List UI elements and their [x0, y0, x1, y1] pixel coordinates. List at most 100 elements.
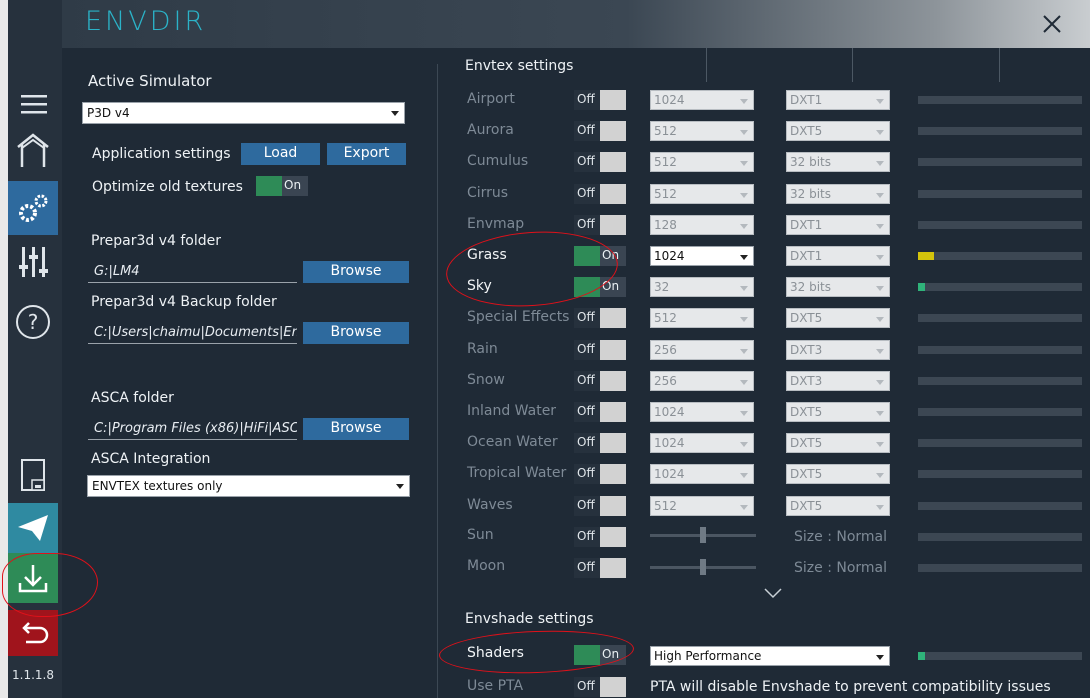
annotation-circle	[2, 553, 98, 617]
texture-row-toggle[interactable]: Off	[574, 152, 626, 172]
send-icon[interactable]	[8, 503, 58, 553]
texture-row-toggle[interactable]: Off	[574, 402, 626, 422]
texture-resolution-select[interactable]: 512	[650, 184, 754, 204]
p3d-folder-input[interactable]: G:|LM4	[88, 261, 297, 283]
undo-icon[interactable]	[8, 610, 58, 656]
chevron-down-icon	[740, 99, 748, 104]
load-button[interactable]: Load	[241, 143, 320, 165]
texture-resolution-select[interactable]: 1024	[650, 402, 754, 422]
texture-resolution-select[interactable]: 512	[650, 152, 754, 172]
texture-row-toggle[interactable]: Off	[574, 215, 626, 235]
texture-row-label: Airport	[467, 91, 515, 107]
texture-format-value: DXT3	[790, 343, 823, 357]
texture-row-toggle[interactable]: Off	[574, 90, 626, 110]
texture-format-select[interactable]: DXT1	[786, 90, 890, 110]
toggle-knob	[600, 371, 626, 391]
p3d-backup-browse-button[interactable]: Browse	[303, 322, 409, 344]
moon-label: Moon	[467, 558, 506, 574]
toggle-knob	[600, 677, 626, 697]
texture-format-select[interactable]: 32 bits	[786, 152, 890, 172]
toggle-state: Off	[574, 527, 600, 547]
texture-format-select[interactable]: DXT3	[786, 371, 890, 391]
texture-format-value: DXT5	[790, 311, 823, 325]
texture-format-select[interactable]: DXT3	[786, 340, 890, 360]
texture-row-toggle[interactable]: Off	[574, 340, 626, 360]
p3d-backup-input[interactable]: C:|Users|chaimu|Documents|Env	[88, 322, 297, 344]
texture-resolution-select[interactable]: 1024	[650, 90, 754, 110]
annotation-circle	[438, 627, 635, 677]
moon-toggle[interactable]: Off	[574, 558, 626, 578]
texture-format-select[interactable]: 32 bits	[786, 277, 890, 297]
texture-format-select[interactable]: DXT5	[786, 402, 890, 422]
texture-resolution-value: 512	[654, 311, 677, 325]
texture-resolution-select[interactable]: 1024	[650, 464, 754, 484]
optimize-textures-toggle[interactable]: On	[256, 176, 308, 196]
active-simulator-select[interactable]: P3D v4	[82, 102, 405, 124]
texture-progress-bar	[918, 408, 1082, 416]
menu-icon[interactable]	[8, 80, 58, 128]
texture-format-select[interactable]: 32 bits	[786, 184, 890, 204]
chevron-down-icon	[876, 505, 884, 510]
texture-resolution-select[interactable]: 256	[650, 340, 754, 360]
chevron-down-icon	[876, 655, 884, 660]
use-pta-toggle[interactable]: Off	[574, 677, 626, 697]
texture-format-select[interactable]: DXT5	[786, 121, 890, 141]
help-icon[interactable]: ?	[8, 298, 58, 346]
close-icon[interactable]	[1042, 14, 1062, 34]
texture-resolution-select[interactable]: 32	[650, 277, 754, 297]
texture-resolution-select[interactable]: 512	[650, 308, 754, 328]
texture-progress-bar	[918, 96, 1082, 104]
texture-row-toggle[interactable]: Off	[574, 371, 626, 391]
texture-row-toggle[interactable]: Off	[574, 308, 626, 328]
chevron-down-icon	[740, 286, 748, 291]
texture-format-value: DXT5	[790, 124, 823, 138]
texture-row-label: Cirrus	[467, 185, 509, 201]
texture-format-select[interactable]: DXT5	[786, 308, 890, 328]
export-button[interactable]: Export	[327, 143, 406, 165]
texture-resolution-select[interactable]: 1024	[650, 433, 754, 453]
sun-toggle[interactable]: Off	[574, 527, 626, 547]
chevron-down-icon	[740, 224, 748, 229]
home-icon[interactable]	[8, 126, 58, 174]
texture-format-select[interactable]: DXT1	[786, 215, 890, 235]
texture-row-toggle[interactable]: Off	[574, 464, 626, 484]
texture-row-toggle[interactable]: Off	[574, 496, 626, 516]
asca-folder-browse-button[interactable]: Browse	[303, 418, 409, 440]
toggle-state: Off	[574, 308, 600, 328]
texture-format-select[interactable]: DXT5	[786, 433, 890, 453]
p3d-backup-label: Prepar3d v4 Backup folder	[91, 294, 277, 310]
shaders-preset-value: High Performance	[654, 649, 762, 663]
sun-size-slider[interactable]	[650, 527, 756, 543]
texture-progress-bar	[918, 252, 1082, 260]
texture-format-select[interactable]: DXT5	[786, 464, 890, 484]
texture-resolution-select[interactable]: 1024	[650, 246, 754, 266]
asca-integration-select[interactable]: ENVTEX textures only	[87, 475, 410, 497]
texture-row-toggle[interactable]: Off	[574, 433, 626, 453]
p3d-folder-browse-button[interactable]: Browse	[303, 261, 409, 283]
texture-progress-bar	[918, 470, 1082, 478]
chevron-down-icon	[740, 380, 748, 385]
save-icon[interactable]	[8, 450, 58, 500]
sun-progress-bar	[918, 533, 1082, 541]
texture-resolution-select[interactable]: 512	[650, 496, 754, 516]
texture-resolution-select[interactable]: 256	[650, 371, 754, 391]
asca-folder-input[interactable]: C:|Program Files (x86)|HiFi|ASCA	[88, 418, 297, 440]
moon-size-slider[interactable]	[650, 559, 756, 575]
settings-icon[interactable]	[8, 181, 58, 235]
envshade-heading: Envshade settings	[465, 611, 594, 627]
use-pta-label: Use PTA	[467, 678, 524, 694]
texture-resolution-select[interactable]: 128	[650, 215, 754, 235]
scroll-down-icon[interactable]	[763, 586, 783, 600]
texture-row-toggle[interactable]: Off	[574, 121, 626, 141]
texture-format-value: DXT1	[790, 93, 823, 107]
toggle-knob	[600, 215, 626, 235]
shaders-preset-select[interactable]: High Performance	[650, 646, 890, 666]
texture-row-toggle[interactable]: Off	[574, 184, 626, 204]
texture-format-select[interactable]: DXT5	[786, 496, 890, 516]
slider-handle[interactable]	[700, 559, 706, 575]
chevron-down-icon	[876, 349, 884, 354]
texture-resolution-select[interactable]: 512	[650, 121, 754, 141]
mixer-icon[interactable]	[8, 238, 58, 286]
slider-handle[interactable]	[700, 527, 706, 543]
texture-format-select[interactable]: DXT1	[786, 246, 890, 266]
